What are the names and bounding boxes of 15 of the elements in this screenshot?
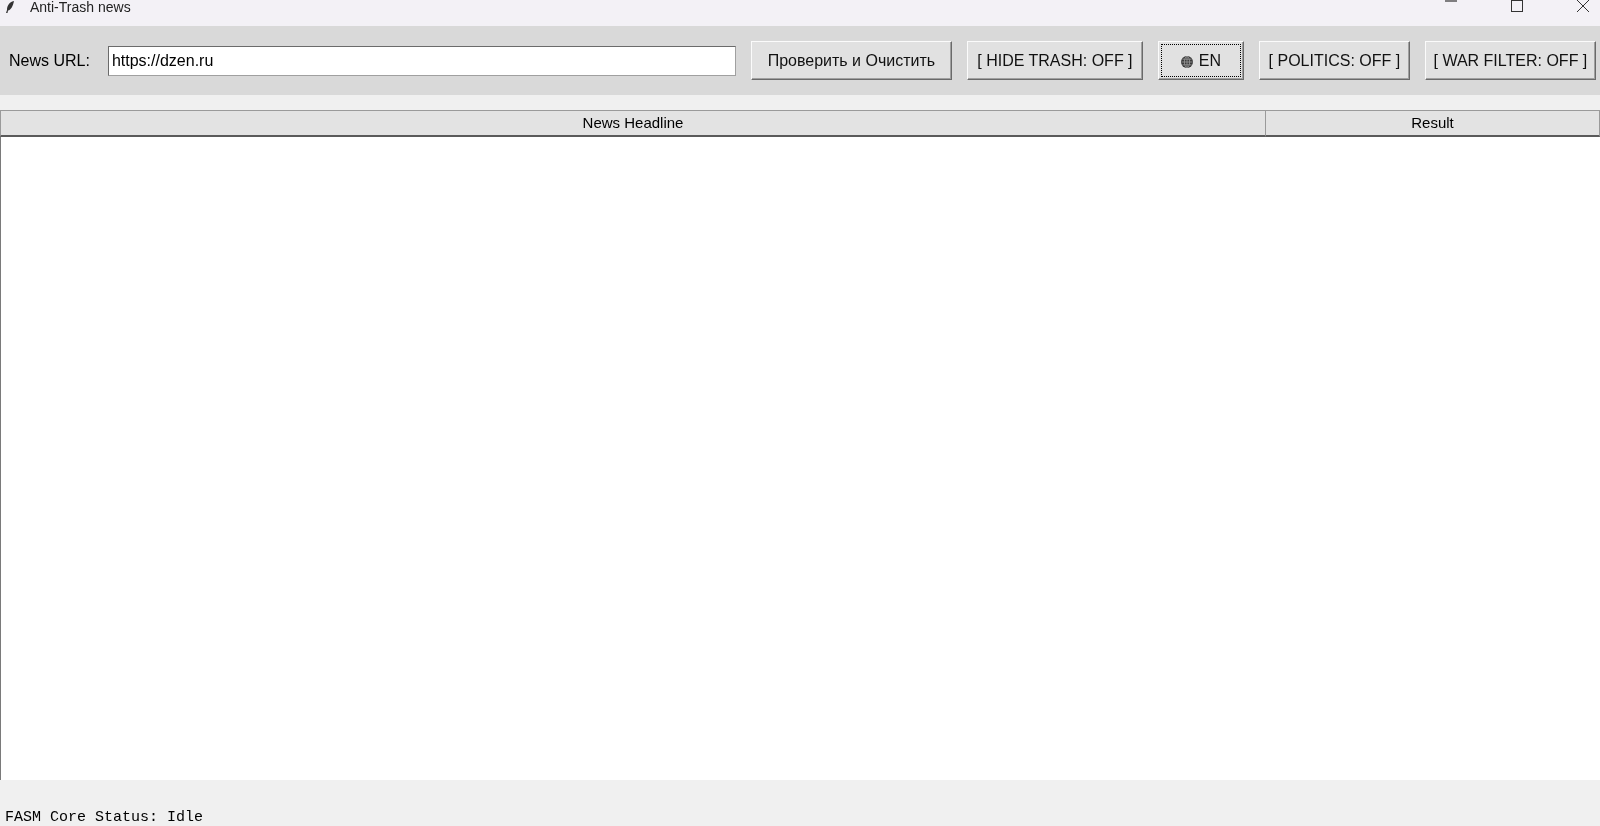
close-icon[interactable] (1577, 0, 1589, 12)
globe-icon (1180, 56, 1193, 68)
toggle-button[interactable]: [ HIDE TRASH: OFF ] (966, 41, 1143, 80)
column-header[interactable]: News Headline (0, 110, 1266, 137)
language-button[interactable]: EN (1157, 41, 1244, 80)
url-label: News URL: (9, 50, 90, 71)
status-text: FASM Core Status: Idle (5, 809, 204, 826)
check-clean-button[interactable]: Проверить и Очистить (750, 41, 952, 80)
window-title: Anti-Trash news (30, 0, 131, 14)
feather-icon (4, 0, 16, 14)
column-header[interactable]: Result (1265, 110, 1600, 137)
toggle-button[interactable]: [ POLITICS: OFF ] (1258, 41, 1410, 80)
toggle-button[interactable]: [ WAR FILTER: OFF ] (1424, 41, 1596, 80)
url-field[interactable]: https://dzen.ru (107, 45, 736, 76)
maximize-icon[interactable] (1511, 0, 1523, 12)
